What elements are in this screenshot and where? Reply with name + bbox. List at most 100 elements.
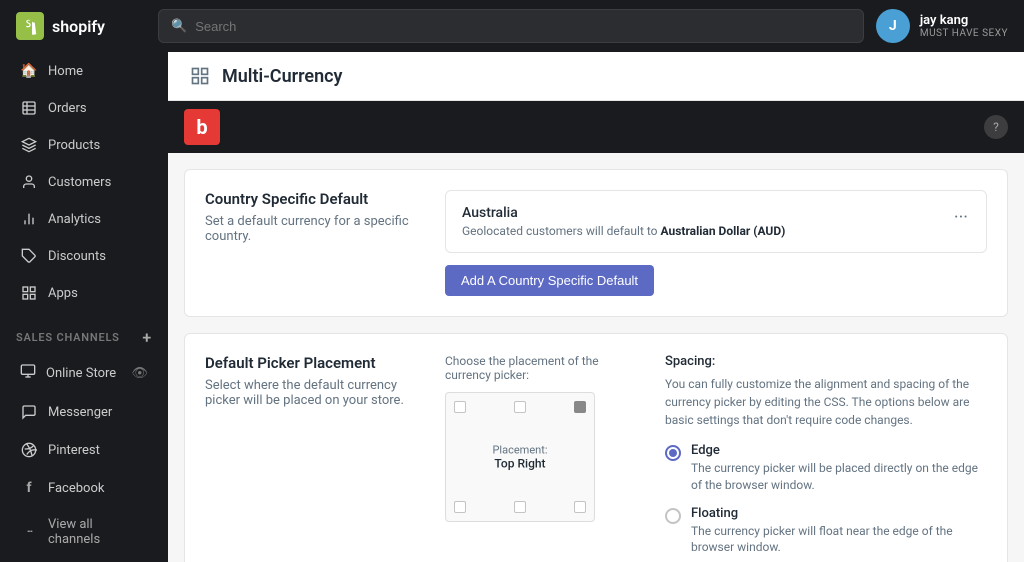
logo-area: shopify <box>16 12 146 40</box>
sidebar-item-pinterest[interactable]: Pinterest <box>4 432 164 468</box>
country-menu-button[interactable]: ··· <box>952 205 970 230</box>
placement-top-left[interactable] <box>454 401 466 413</box>
sidebar-item-apps[interactable]: Apps <box>4 275 164 311</box>
orders-icon <box>20 99 38 117</box>
user-area: J jay kang MUST HAVE SEXY <box>876 9 1008 43</box>
content-area: Multi-Currency b ? Country Specific Defa… <box>168 52 1024 562</box>
sidebar-item-view-all-channels[interactable]: ··· View all channels <box>4 508 164 556</box>
view-all-label: View all channels <box>48 517 148 547</box>
main-layout: 🏠 Home Orders Products Customers <box>0 52 1024 562</box>
online-store-eye-icon[interactable]: 👁 <box>131 366 148 381</box>
sidebar-label-discounts: Discounts <box>48 249 106 264</box>
card1-layout: Country Specific Default Set a default c… <box>205 190 987 296</box>
user-sub: MUST HAVE SEXY <box>920 28 1008 39</box>
country-info: Australia Geolocated customers will defa… <box>462 205 785 238</box>
add-country-default-button[interactable]: Add A Country Specific Default <box>445 265 654 296</box>
spacing-title: Spacing: <box>665 354 987 369</box>
online-store-label: Online Store <box>46 366 116 381</box>
sidebar-label-home: Home <box>48 64 83 79</box>
radio-edge-input[interactable] <box>665 445 681 461</box>
placement-top-center[interactable] <box>514 401 526 413</box>
sidebar-item-home[interactable]: 🏠 Home <box>4 53 164 89</box>
radio-edge-label: Edge The currency picker will be placed … <box>691 443 987 494</box>
top-nav: shopify 🔍 J jay kang MUST HAVE SEXY <box>0 0 1024 52</box>
placement-label-value: Top Right <box>492 457 547 471</box>
online-store-icon <box>20 363 36 383</box>
sidebar-item-products[interactable]: Products <box>4 127 164 163</box>
shopify-logo-icon <box>16 12 44 40</box>
sidebar-item-customers[interactable]: Customers <box>4 164 164 200</box>
page-header: Multi-Currency <box>168 52 1024 101</box>
radio-floating-title: Floating <box>691 506 987 521</box>
card1-left: Country Specific Default Set a default c… <box>205 190 425 296</box>
picker-grid-container: Placement: Top Right <box>445 392 595 522</box>
app-logo-icon: b <box>184 109 220 145</box>
sidebar-label-orders: Orders <box>48 101 87 116</box>
country-desc-prefix: Geolocated customers will default to <box>462 224 661 238</box>
sidebar-label-customers: Customers <box>48 175 111 190</box>
card1-right: Australia Geolocated customers will defa… <box>445 190 987 296</box>
picker-placement-card: Default Picker Placement Select where th… <box>184 333 1008 562</box>
radio-floating-label: Floating The currency picker will float … <box>691 506 987 557</box>
facebook-icon: f <box>20 479 38 497</box>
placement-label: Placement: Top Right <box>492 444 547 471</box>
user-info: jay kang MUST HAVE SEXY <box>920 13 1008 39</box>
help-icon[interactable]: ? <box>984 115 1008 139</box>
card2-right: Spacing: You can fully customize the ali… <box>665 354 987 562</box>
country-name: Australia <box>462 205 785 221</box>
app-banner: b ? <box>168 101 1024 153</box>
pinterest-icon <box>20 441 38 459</box>
radio-edge-title: Edge <box>691 443 987 458</box>
sidebar-label-products: Products <box>48 138 100 153</box>
card2-middle: Choose the placement of the currency pic… <box>445 354 645 562</box>
page-header-icon <box>188 64 212 88</box>
sales-channels-title: SALES CHANNELS <box>16 331 120 344</box>
placement-bottom-left[interactable] <box>454 501 466 513</box>
section2-title: Default Picker Placement <box>205 354 425 372</box>
placement-bottom-center[interactable] <box>514 501 526 513</box>
discounts-icon <box>20 247 38 265</box>
apps-icon <box>20 284 38 302</box>
radio-floating-input[interactable] <box>665 508 681 524</box>
page-title: Multi-Currency <box>222 66 342 87</box>
section1-title: Country Specific Default <box>205 190 425 208</box>
home-icon: 🏠 <box>20 62 38 80</box>
search-icon: 🔍 <box>171 19 187 34</box>
more-icon: ··· <box>20 523 38 541</box>
add-sales-channel-button[interactable]: + <box>142 328 152 347</box>
country-default-card: Country Specific Default Set a default c… <box>184 169 1008 317</box>
sidebar-label-apps: Apps <box>48 286 78 301</box>
sidebar-main-nav: 🏠 Home Orders Products Customers <box>0 52 168 312</box>
card2-left: Default Picker Placement Select where th… <box>205 354 425 562</box>
sidebar-item-messenger[interactable]: Messenger <box>4 394 164 430</box>
logo-text: shopify <box>52 17 105 36</box>
sidebar: 🏠 Home Orders Products Customers <box>0 52 168 562</box>
country-desc: Geolocated customers will default to Aus… <box>462 224 785 238</box>
picker-placement-title: Choose the placement of the currency pic… <box>445 354 645 382</box>
section1-subtitle: Set a default currency for a specific co… <box>205 214 425 244</box>
messenger-icon <box>20 403 38 421</box>
sidebar-item-facebook[interactable]: f Facebook <box>4 470 164 506</box>
radio-floating: Floating The currency picker will float … <box>665 506 987 557</box>
placement-top-right[interactable] <box>574 401 586 413</box>
placement-bottom-right[interactable] <box>574 501 586 513</box>
products-icon <box>20 136 38 154</box>
user-name: jay kang <box>920 13 1008 28</box>
sidebar-label-messenger: Messenger <box>48 405 112 420</box>
sidebar-item-online-store[interactable]: Online Store 👁 <box>4 354 164 392</box>
radio-floating-desc: The currency picker will float near the … <box>691 523 987 557</box>
sidebar-label-facebook: Facebook <box>48 481 104 496</box>
radio-edge-desc: The currency picker will be placed direc… <box>691 460 987 494</box>
spacing-desc: You can fully customize the alignment an… <box>665 375 987 429</box>
sales-channels-section: SALES CHANNELS + <box>0 312 168 353</box>
radio-edge: Edge The currency picker will be placed … <box>665 443 987 494</box>
search-input[interactable] <box>195 19 851 34</box>
sidebar-item-orders[interactable]: Orders <box>4 90 164 126</box>
placement-label-title: Placement: <box>492 444 547 457</box>
search-bar[interactable]: 🔍 <box>158 9 864 43</box>
sidebar-item-discounts[interactable]: Discounts <box>4 238 164 274</box>
sidebar-item-analytics[interactable]: Analytics <box>4 201 164 237</box>
country-item-australia: Australia Geolocated customers will defa… <box>445 190 987 253</box>
sidebar-label-analytics: Analytics <box>48 212 101 227</box>
analytics-icon <box>20 210 38 228</box>
